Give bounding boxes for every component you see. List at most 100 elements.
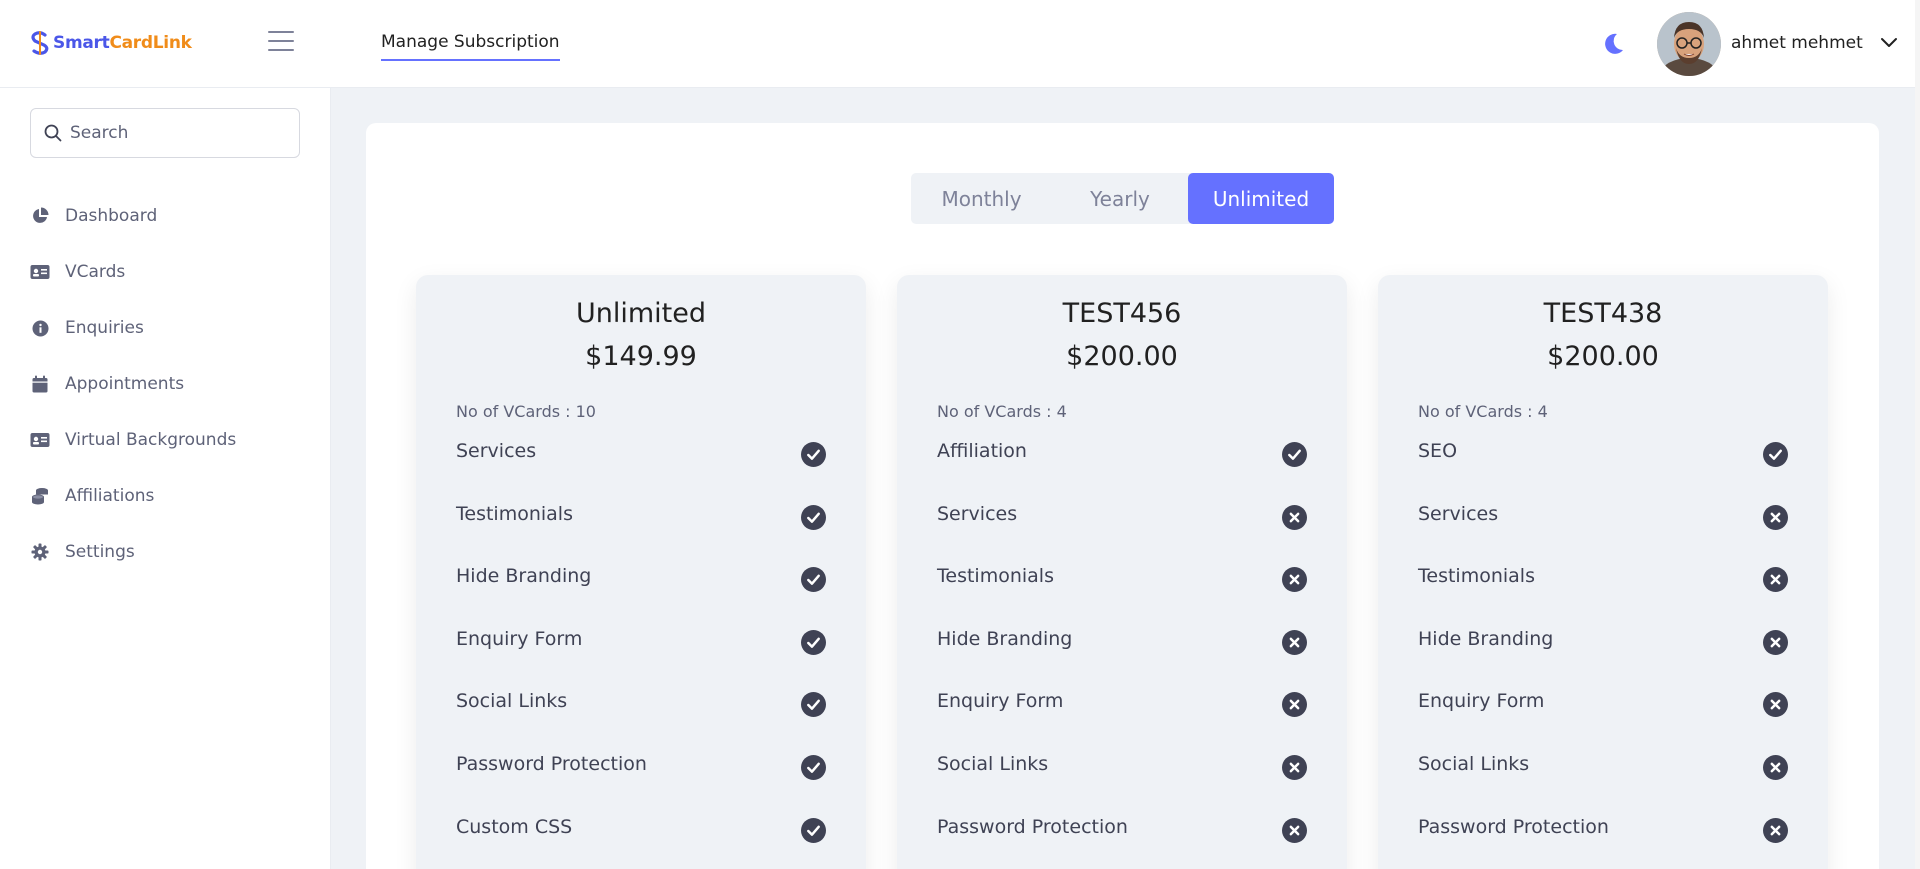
check-circle-icon <box>801 567 826 593</box>
plan-name: TEST438 <box>1543 298 1663 329</box>
sidebar-item-label: VCards <box>65 262 126 282</box>
feature-label: Services <box>456 440 537 462</box>
x-circle-icon <box>1763 817 1788 843</box>
feature-label: Testimonials <box>1418 565 1535 588</box>
feature-label: Testimonials <box>456 502 573 525</box>
info-icon <box>30 318 50 338</box>
check-circle-icon <box>801 754 826 780</box>
feature-row: Password Protection <box>456 748 826 811</box>
plan-card: Unlimited $149.99 No of VCards : 10 Serv… <box>416 275 866 869</box>
sidebar-item-label: Virtual Backgrounds <box>65 430 237 450</box>
plan-vcard-count: No of VCards : 4 <box>1418 402 1548 421</box>
id-card-icon <box>30 262 50 282</box>
check-circle-icon <box>801 629 826 655</box>
feature-list: Affiliation Services Testimonials Hide Bran… <box>937 435 1307 869</box>
search-box[interactable] <box>30 108 300 158</box>
sidebar-item-settings[interactable]: Settings <box>30 524 236 580</box>
feature-label: Hide Branding <box>456 565 592 588</box>
feature-row: Testimonials <box>937 560 1307 623</box>
feature-label: Enquiry Form <box>937 690 1064 713</box>
x-circle-icon <box>1763 692 1788 718</box>
feature-row: Custom CSS <box>456 811 826 869</box>
feature-label: Hide Branding <box>1418 627 1554 650</box>
feature-row: Enquiry Form <box>937 685 1307 748</box>
plan-card: TEST456 $200.00 No of VCards : 4 Affilia… <box>897 275 1347 869</box>
plan-name: Unlimited <box>575 298 707 329</box>
check-circle-icon <box>801 442 826 467</box>
check-circle-icon <box>1763 442 1788 467</box>
logo-text-link: Link <box>152 33 192 53</box>
x-circle-icon <box>1763 754 1788 780</box>
feature-label: Password Protection <box>456 752 647 775</box>
plan-price: $200.00 <box>1547 341 1659 372</box>
feature-label: Affiliation <box>937 440 1027 462</box>
x-circle-icon <box>1763 567 1788 593</box>
toggle-monthly[interactable]: Monthly <box>911 173 1052 224</box>
sidebar-item-enquiries[interactable]: Enquiries <box>30 300 236 356</box>
sidebar-item-label: Settings <box>65 542 135 562</box>
check-circle-icon <box>801 692 826 718</box>
sidebar-item-vcards[interactable]: VCards <box>30 244 236 300</box>
gear-icon <box>30 542 50 562</box>
hamburger-menu-icon[interactable] <box>268 31 294 53</box>
feature-row: Password Protection <box>937 811 1307 869</box>
toggle-yearly[interactable]: Yearly <box>1052 173 1188 224</box>
feature-row: Hide Branding <box>1418 623 1788 686</box>
avatar[interactable] <box>1657 12 1721 76</box>
feature-label: Services <box>937 502 1018 525</box>
logo-text-smart: Smart <box>53 33 110 53</box>
sidebar-item-affiliations[interactable]: Affiliations <box>30 468 236 524</box>
feature-label: Hide Branding <box>937 627 1073 650</box>
feature-row: Affiliation <box>937 435 1307 498</box>
x-circle-icon <box>1282 504 1307 530</box>
page-scrollbar[interactable] <box>1915 0 1920 869</box>
feature-label: Enquiry Form <box>1418 690 1545 713</box>
check-circle-icon <box>1282 442 1307 467</box>
x-circle-icon <box>1763 504 1788 530</box>
app-logo[interactable]: SmartCardLink <box>30 30 192 56</box>
tab-manage-subscription[interactable]: Manage Subscription <box>381 32 560 61</box>
top-header: SmartCardLink Manage Subscription ahmet … <box>0 0 1915 88</box>
feature-row: Social Links <box>937 748 1307 811</box>
sidebar-item-virtual-backgrounds[interactable]: Virtual Backgrounds <box>30 412 236 468</box>
plan-vcard-count: No of VCards : 10 <box>456 402 596 421</box>
feature-row: Services <box>937 498 1307 561</box>
check-circle-icon <box>801 817 826 843</box>
x-circle-icon <box>1282 629 1307 655</box>
x-circle-icon <box>1282 692 1307 718</box>
billing-period-toggle: Monthly Yearly Unlimited <box>911 173 1334 224</box>
search-icon <box>44 124 62 142</box>
feature-row: SEO <box>1418 435 1788 498</box>
feature-row: Services <box>456 435 826 498</box>
feature-label: Custom CSS <box>456 815 573 838</box>
chevron-down-icon[interactable] <box>1880 37 1898 49</box>
plan-card: TEST438 $200.00 No of VCards : 4 SEO Serv… <box>1378 275 1828 869</box>
plan-price: $200.00 <box>1066 341 1178 372</box>
sidebar-item-label: Enquiries <box>65 318 144 338</box>
username[interactable]: ahmet mehmet <box>1731 33 1863 53</box>
toggle-unlimited[interactable]: Unlimited <box>1188 173 1334 224</box>
plan-vcard-count: No of VCards : 4 <box>937 402 1067 421</box>
plan-price: $149.99 <box>585 341 697 372</box>
feature-row: Hide Branding <box>937 623 1307 686</box>
feature-row: Enquiry Form <box>456 623 826 686</box>
sidebar-item-dashboard[interactable]: Dashboard <box>30 188 236 244</box>
feature-row: Social Links <box>456 685 826 748</box>
feature-label: Testimonials <box>937 565 1054 588</box>
feature-list: SEO Services Testimonials Hide Branding Enqu… <box>1418 435 1788 869</box>
x-circle-icon <box>1282 817 1307 843</box>
feature-row: Social Links <box>1418 748 1788 811</box>
x-circle-icon <box>1282 754 1307 780</box>
feature-row: Services <box>1418 498 1788 561</box>
feature-label: Password Protection <box>937 815 1128 838</box>
feature-row: Testimonials <box>456 498 826 561</box>
moon-icon[interactable] <box>1600 31 1626 57</box>
calendar-icon <box>30 374 50 394</box>
feature-label: Enquiry Form <box>456 627 583 650</box>
feature-label: Social Links <box>1418 752 1530 775</box>
sidebar-item-label: Dashboard <box>65 206 158 226</box>
search-input[interactable] <box>70 123 290 143</box>
logo-icon <box>31 31 49 55</box>
plan-name: TEST456 <box>1062 298 1182 329</box>
sidebar-item-appointments[interactable]: Appointments <box>30 356 236 412</box>
